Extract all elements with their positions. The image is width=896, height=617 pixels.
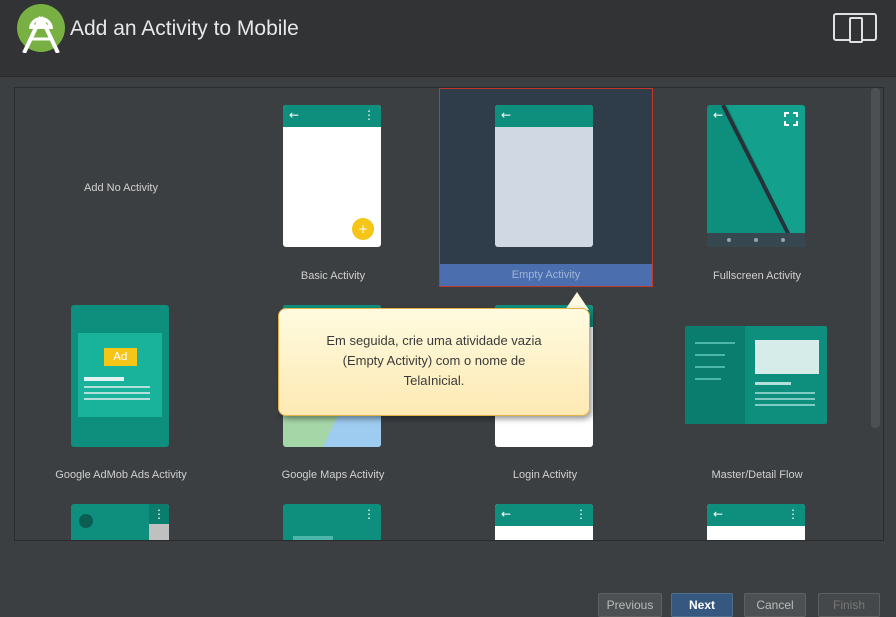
nav-bar [707,233,805,247]
app-bar: ← ⋮ [495,504,593,526]
tile-label: Basic Activity [300,270,366,282]
back-arrow-icon: ← [289,108,300,122]
app-bar: ← ⋮ [707,504,805,526]
tile-label: Master/Detail Flow [711,469,803,481]
next-button[interactable]: Next [671,593,733,617]
ad-badge: Ad [104,348,137,366]
back-arrow-icon: ← [501,108,512,122]
android-studio-logo-icon [17,4,65,53]
empty-activity-preview: ← [495,105,593,247]
tile-row3-1[interactable]: ⋮ [15,498,227,540]
basic-activity-preview: ← ⋮ + [283,105,381,247]
dialog-header: Add an Activity to Mobile [0,0,896,77]
app-bar: ← ⋮ [283,105,381,127]
tile-fullscreen-activity[interactable]: ← Fullscreen Activity [651,88,863,285]
fullscreen-expand-icon [784,112,798,126]
ad-card: Ad [78,333,162,417]
activity-preview: ← ⋮ [495,504,593,540]
master-detail-preview [685,326,827,424]
tile-admob-activity[interactable]: Ad Google AdMob Ads Activity [15,298,227,488]
tile-label: Empty Activity [440,264,652,286]
tile-label: Fullscreen Activity [712,270,802,282]
tile-basic-activity[interactable]: ← ⋮ + Basic Activity [227,88,439,285]
back-arrow-icon: ← [713,507,724,521]
fab-plus-icon: + [352,218,374,240]
tile-label: Add No Activity [84,182,158,194]
mobile-device-icon [833,13,877,43]
tile-label: Login Activity [512,469,578,481]
overflow-menu-icon: ⋮ [153,507,165,521]
tile-empty-activity[interactable]: ← Empty Activity [439,88,653,287]
admob-activity-preview: Ad [71,305,169,447]
previous-button[interactable]: Previous [598,593,662,617]
activity-preview: ← ⋮ [707,504,805,540]
cancel-button[interactable]: Cancel [744,593,806,617]
tooltip-line-2: (Empty Activity) com o nome de [342,353,526,368]
overflow-menu-icon: ⋮ [363,507,375,521]
back-arrow-icon: ← [713,108,724,122]
tile-row3-4[interactable]: ← ⋮ [651,498,863,540]
app-bar: ← [495,105,593,127]
tile-label: Google Maps Activity [281,469,385,481]
overflow-menu-icon: ⋮ [575,507,587,521]
tile-master-detail-flow[interactable]: Master/Detail Flow [651,298,863,488]
tile-add-no-activity[interactable]: Add No Activity [15,88,227,285]
tooltip-line-1: Em seguida, crie uma atividade vazia [326,333,542,348]
gallery-scrollbar[interactable] [871,88,880,428]
tooltip-text: Em seguida, crie uma atividade vazia (Em… [289,331,579,391]
tile-row3-2[interactable]: ⋮ [227,498,439,540]
tile-label: Google AdMob Ads Activity [55,469,187,481]
overflow-menu-icon: ⋮ [363,108,375,122]
finish-button[interactable]: Finish [818,593,880,617]
activity-preview: ⋮ [71,504,169,540]
dialog-title: Add an Activity to Mobile [70,17,299,40]
diagonal-stripe-icon [721,105,805,247]
back-arrow-icon: ← [501,507,512,521]
tooltip-line-3: TelaInicial. [403,373,465,388]
instruction-tooltip: Em seguida, crie uma atividade vazia (Em… [278,308,590,416]
fullscreen-activity-preview: ← [707,105,805,247]
overflow-menu-icon: ⋮ [787,507,799,521]
tile-row3-3[interactable]: ← ⋮ [439,498,651,540]
activity-preview: ⋮ [283,504,381,540]
